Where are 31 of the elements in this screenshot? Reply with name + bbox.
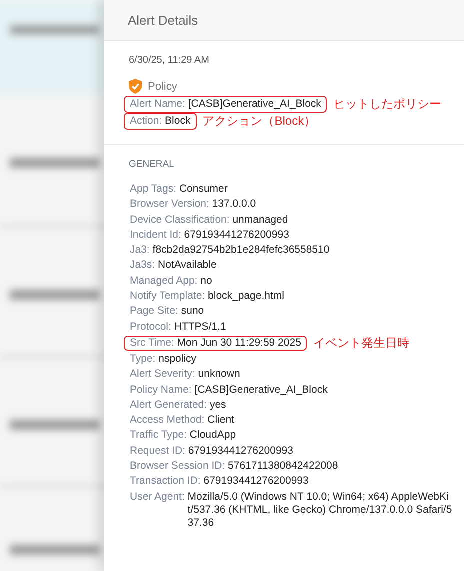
detail-field: Device Classification: unmanaged (124, 212, 294, 228)
detail-field: Transaction ID: 679193441276200993 (124, 474, 315, 490)
detail-field: Alert Generated: yes (124, 398, 232, 414)
annotation-label: ヒットしたポリシー (333, 96, 442, 113)
detail-field: Type: nspolicy (124, 352, 203, 368)
detail-field: Incident Id: 679193441276200993 (124, 228, 296, 244)
alert-category: Policy (148, 80, 178, 92)
detail-field: Src Time: Mon Jun 30 11:29:59 2025 (124, 336, 308, 352)
detail-field: App Tags: Consumer (124, 182, 234, 198)
detail-field: Page Site: suno (124, 304, 210, 320)
detail-field: Alert Name: [CASB]Generative_AI_Block (124, 96, 328, 113)
section-heading: GENERAL (128, 159, 174, 170)
annotation-label: アクション（Block） (202, 113, 316, 130)
detail-field: User Agent: Mozilla/5.0 (Windows NT 10.0; Win64; x64) AppleWebKit/537.36 (KHTML, like Gecko) Chrome/137.0.0.0 Safari/537.36 (124, 490, 460, 532)
alert-timestamp: 6/30/25, 11:29 AM (128, 55, 210, 66)
detail-field: Request ID: 679193441276200993 (124, 444, 300, 460)
detail-field: Traffic Type: CloudApp (124, 428, 242, 444)
detail-field: Browser Session ID: 5761711380842422008 (124, 459, 344, 474)
detail-field: Browser Version: 137.0.0.0 (124, 197, 262, 213)
detail-field: Access Method: Client (124, 413, 240, 428)
shield-check-icon (129, 79, 142, 94)
detail-field: Alert Severity: unknown (124, 367, 246, 383)
detail-field: Ja3: f8cb2da92754b2b1e284fefc36558510 (124, 243, 336, 258)
detail-field: Managed App: no (124, 274, 218, 290)
detail-field: Policy Name: [CASB]Generative_AI_Block (124, 382, 334, 398)
detail-field: Action: Block (124, 113, 197, 130)
detail-field: Notify Template: block_page.html (124, 289, 290, 304)
detail-field: Ja3s: NotAvailable (124, 258, 223, 274)
panel-title: Alert Details (128, 12, 198, 28)
detail-field: Protocol: HTTPS/1.1 (124, 320, 232, 335)
annotation-label: イベント発生日時 (313, 334, 410, 352)
